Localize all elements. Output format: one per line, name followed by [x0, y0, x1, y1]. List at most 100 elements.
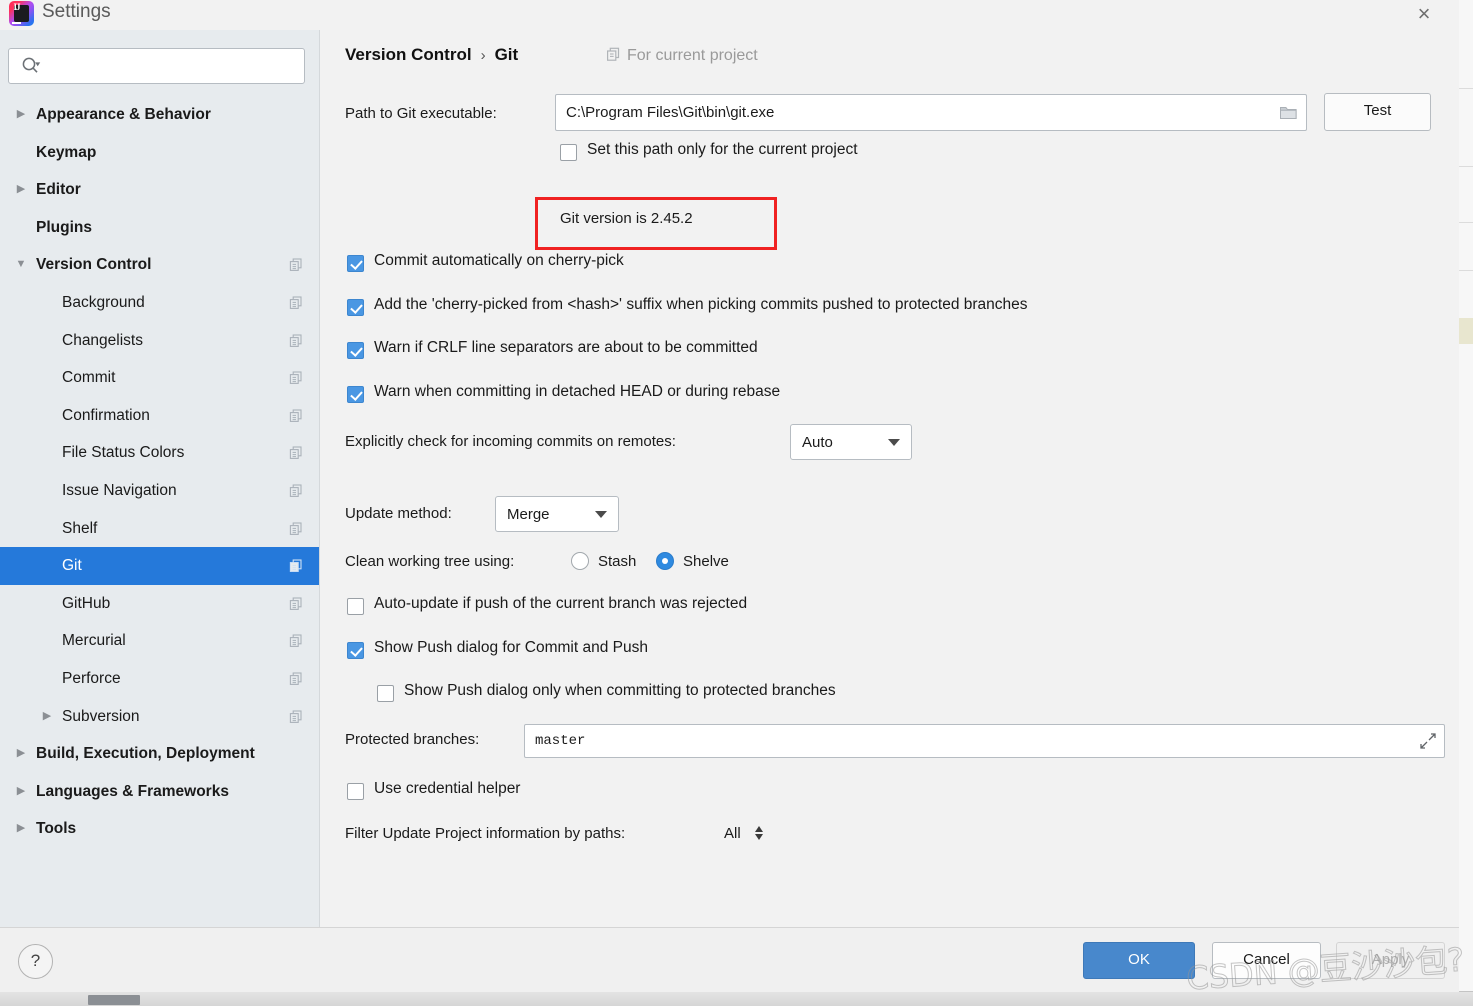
sidebar-item-label: GitHub	[62, 594, 111, 612]
sidebar-item-keymap[interactable]: Keymap	[0, 134, 319, 172]
breadcrumb-current: Git	[494, 45, 519, 64]
intellij-logo-icon: IJ	[9, 1, 34, 26]
chevron-right-icon[interactable]: ▶	[12, 773, 30, 811]
sidebar-item-issue-navigation[interactable]: Issue Navigation	[0, 472, 319, 510]
dialog-body: ▶ Appearance & Behavior Keymap ▶ Editor Plugi…	[0, 30, 1459, 927]
sidebar-item-git[interactable]: Git	[0, 547, 319, 585]
sidebar-item-label: Perforce	[62, 669, 121, 687]
ok-button[interactable]: OK	[1083, 942, 1195, 979]
chevron-right-icon[interactable]: ▶	[12, 96, 30, 134]
project-scope-icon	[289, 484, 302, 497]
set-path-current-project-checkbox[interactable]	[560, 144, 577, 161]
show-push-dialog-label: Show Push dialog for Commit and Push	[374, 639, 648, 656]
cancel-button[interactable]: Cancel	[1212, 942, 1321, 979]
close-icon[interactable]: ×	[1407, 0, 1441, 30]
sidebar-item-background[interactable]: Background	[0, 284, 319, 322]
use-credential-helper-checkbox[interactable]	[347, 783, 364, 800]
sidebar-item-build-execution-deployment[interactable]: ▶ Build, Execution, Deployment	[0, 735, 319, 773]
sidebar-item-label: Appearance & Behavior	[36, 106, 211, 123]
sidebar-item-plugins[interactable]: Plugins	[0, 209, 319, 247]
path-to-git-label: Path to Git executable:	[345, 105, 497, 122]
project-scope-icon	[289, 672, 302, 685]
radio-shelve[interactable]	[656, 552, 674, 570]
project-scope-icon	[289, 521, 302, 535]
sidebar-item-editor[interactable]: ▶ Editor	[0, 171, 319, 209]
show-push-dialog-checkbox[interactable]	[347, 642, 364, 659]
project-scope-icon	[289, 296, 302, 309]
commit-auto-cherry-pick-label: Commit automatically on cherry-pick	[374, 252, 624, 269]
sidebar-item-label: Tools	[36, 820, 77, 838]
sidebar-item-confirmation[interactable]: Confirmation	[0, 397, 319, 435]
taskbar-nub	[88, 995, 140, 1005]
project-scope-icon	[607, 47, 620, 61]
chevron-right-icon[interactable]: ▶	[12, 735, 30, 773]
sidebar-item-label: Commit	[62, 369, 116, 387]
radio-shelve-label: Shelve	[683, 553, 729, 570]
chevron-right-icon[interactable]: ▶	[38, 698, 56, 736]
protected-branches-field[interactable]: master	[524, 724, 1445, 758]
update-method-value: Merge	[507, 505, 550, 523]
filter-paths-value[interactable]: All	[724, 825, 741, 842]
sidebar-item-label: Git	[62, 557, 82, 575]
incoming-commits-label: Explicitly check for incoming commits on…	[345, 433, 676, 450]
sidebar-item-label: Changelists	[62, 331, 143, 349]
underlying-window-right-strip	[1458, 0, 1473, 1006]
settings-dialog: IJ Settings × ▶ Appearance & Behavior Keym…	[0, 0, 1459, 992]
project-scope-icon	[289, 371, 302, 385]
warn-detached-head-label: Warn when committing in detached HEAD or…	[374, 383, 781, 400]
sidebar-item-github[interactable]: GitHub	[0, 585, 319, 623]
commit-auto-cherry-pick-checkbox[interactable]	[347, 255, 364, 272]
sidebar-item-perforce[interactable]: Perforce	[0, 660, 319, 698]
radio-stash[interactable]	[571, 552, 589, 570]
show-push-protected-checkbox[interactable]	[377, 685, 394, 702]
sidebar-item-tools[interactable]: ▶ Tools	[0, 810, 319, 848]
clean-working-tree-label: Clean working tree using:	[345, 553, 515, 570]
update-method-select[interactable]: Merge	[495, 496, 619, 532]
sidebar-item-file-status-colors[interactable]: File Status Colors	[0, 434, 319, 472]
chevron-right-icon[interactable]: ▶	[12, 810, 30, 848]
sidebar-item-label: Issue Navigation	[62, 481, 177, 499]
show-push-protected-label: Show Push dialog only when committing to…	[404, 682, 836, 699]
sidebar-item-languages-frameworks[interactable]: ▶ Languages & Frameworks	[0, 773, 319, 811]
sidebar-item-label: Shelf	[62, 519, 98, 537]
folder-browse-icon[interactable]	[1279, 104, 1298, 121]
sidebar-item-label: Editor	[36, 181, 81, 199]
git-path-field[interactable]: C:\Program Files\Git\bin\git.exe	[555, 94, 1307, 131]
project-scope-icon	[289, 409, 302, 422]
chevron-right-icon[interactable]: ▶	[12, 171, 30, 209]
cherry-picked-suffix-checkbox[interactable]	[347, 299, 364, 316]
sidebar-item-label: File Status Colors	[62, 444, 185, 462]
project-scope-label: For current project	[606, 47, 758, 65]
sidebar-item-label: Plugins	[36, 218, 92, 236]
use-credential-helper-label: Use credential helper	[374, 780, 521, 797]
sidebar-item-commit[interactable]: Commit	[0, 359, 319, 397]
sidebar-item-appearance-behavior[interactable]: ▶ Appearance & Behavior	[0, 96, 319, 134]
spinner-updown-icon[interactable]	[754, 824, 764, 842]
sidebar-item-changelists[interactable]: Changelists	[0, 322, 319, 360]
apply-button: Apply	[1336, 942, 1445, 979]
dialog-footer: ? OK Cancel Apply	[0, 927, 1459, 992]
filter-paths-label: Filter Update Project information by pat…	[345, 825, 626, 842]
chevron-down-icon[interactable]: ▼	[12, 246, 30, 284]
auto-update-rejected-label: Auto-update if push of the current branc…	[374, 595, 748, 612]
sidebar-item-label: Subversion	[62, 707, 140, 725]
sidebar-item-shelf[interactable]: Shelf	[0, 510, 319, 548]
search-input[interactable]	[49, 49, 301, 85]
project-scope-icon	[289, 258, 302, 272]
settings-tree: ▶ Appearance & Behavior Keymap ▶ Editor Plugi…	[0, 96, 319, 848]
warn-detached-head-checkbox[interactable]	[347, 386, 364, 403]
test-button[interactable]: Test	[1324, 93, 1431, 131]
help-icon[interactable]: ?	[18, 944, 53, 979]
breadcrumb-parent[interactable]: Version Control	[345, 45, 472, 64]
incoming-commits-select[interactable]: Auto	[790, 424, 912, 460]
search-box[interactable]	[8, 48, 305, 85]
sidebar-item-subversion[interactable]: ▶ Subversion	[0, 698, 319, 736]
warn-crlf-checkbox[interactable]	[347, 342, 364, 359]
expand-editor-icon[interactable]	[1419, 732, 1437, 750]
settings-content-pane: Version Control › Git For current project …	[320, 30, 1459, 927]
sidebar-item-version-control[interactable]: ▼ Version Control	[0, 246, 319, 284]
auto-update-rejected-checkbox[interactable]	[347, 598, 364, 615]
sidebar-item-label: Background	[62, 293, 145, 311]
breadcrumb: Version Control › Git	[345, 45, 518, 65]
sidebar-item-mercurial[interactable]: Mercurial	[0, 622, 319, 660]
